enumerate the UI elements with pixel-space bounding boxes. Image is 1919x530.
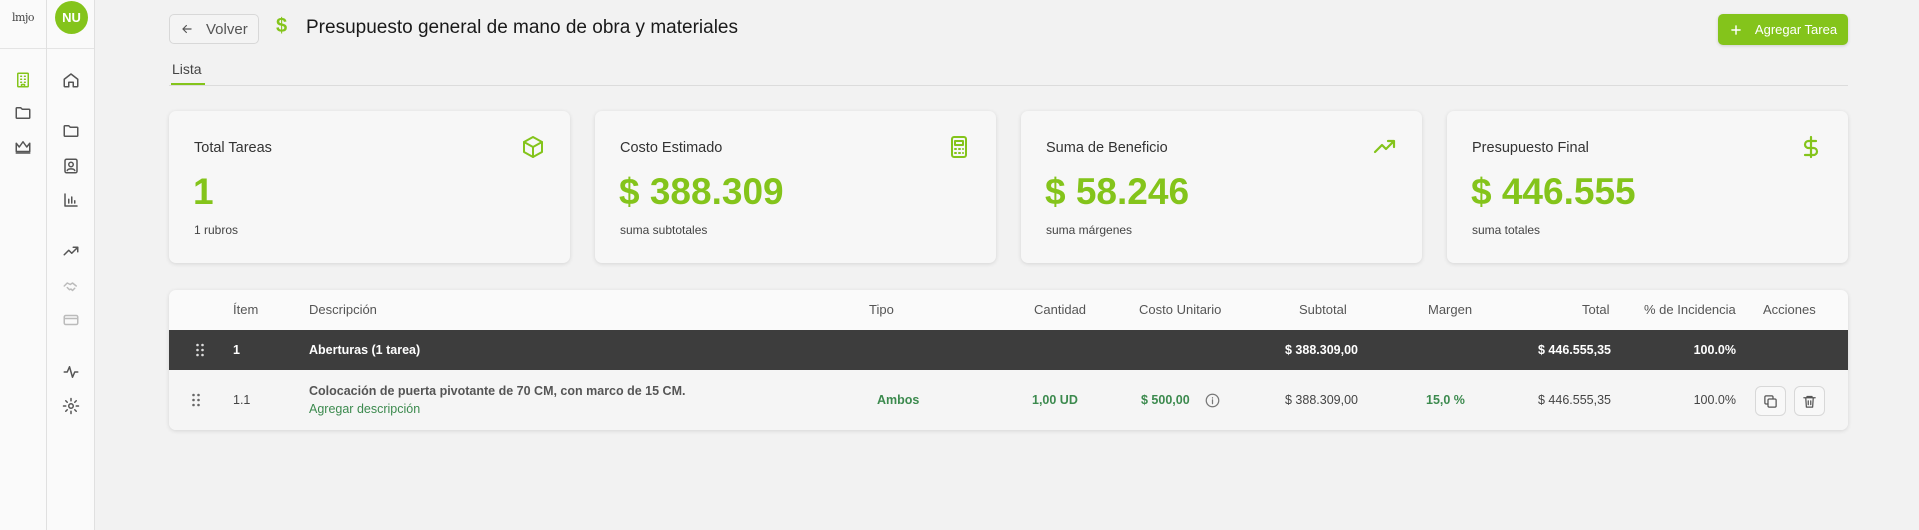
card-label: Presupuesto Final — [1472, 140, 1589, 156]
task-subtotal: $ 388.309,00 — [1285, 393, 1358, 407]
task-item: 1.1 — [233, 393, 251, 407]
calculator-icon — [947, 135, 971, 159]
building-icon[interactable] — [12, 69, 34, 91]
duplicate-button[interactable] — [1755, 386, 1786, 416]
rail-divider — [47, 48, 94, 49]
group-item: 1 — [233, 343, 240, 357]
trending-up-icon — [1373, 135, 1397, 159]
home-icon[interactable] — [60, 69, 82, 91]
folder-icon[interactable] — [60, 120, 82, 142]
col-tipo: Tipo — [869, 302, 894, 317]
card-label: Suma de Beneficio — [1046, 140, 1168, 156]
avatar[interactable]: NU — [55, 1, 88, 34]
group-incidencia: 100.0% — [1693, 343, 1736, 357]
back-button[interactable]: Volver — [169, 14, 259, 44]
col-costo-unitario: Costo Unitario — [1139, 302, 1222, 317]
card-value: 1 — [193, 171, 214, 212]
card-total-tareas: Total Tareas 1 1 rubros — [169, 111, 570, 263]
delete-button[interactable] — [1794, 386, 1825, 416]
secondary-rail: NU — [47, 0, 95, 530]
add-task-label: Agregar Tarea — [1754, 22, 1838, 37]
box-icon — [521, 135, 545, 159]
col-acciones: Acciones — [1763, 302, 1816, 317]
task-costo-unitario[interactable]: $ 500,00 — [1141, 393, 1190, 407]
dollar-icon: $ — [276, 15, 288, 37]
contact-icon[interactable] — [60, 155, 82, 177]
col-cantidad: Cantidad — [1034, 302, 1087, 317]
crown-icon[interactable] — [12, 136, 34, 158]
card-costo-estimado: Costo Estimado $ 388.309 suma subtotales — [595, 111, 996, 263]
tabs-divider — [169, 85, 1848, 86]
table-row[interactable]: 1.1 Colocación de puerta pivotante de 70… — [169, 370, 1848, 430]
rail-divider — [0, 48, 46, 49]
folder-icon[interactable] — [12, 102, 34, 124]
col-subtotal: Subtotal — [1299, 302, 1347, 317]
col-margen: Margen — [1428, 302, 1473, 317]
plus-icon — [1731, 24, 1741, 35]
copy-icon — [1764, 394, 1777, 408]
card-subtext: suma subtotales — [620, 223, 708, 237]
card-presupuesto-final: Presupuesto Final $ 446.555 suma totales — [1447, 111, 1848, 263]
card-suma-beneficio: Suma de Beneficio $ 58.246 suma márgenes — [1021, 111, 1422, 263]
col-descripcion: Descripción — [309, 302, 377, 317]
task-tipo[interactable]: Ambos — [877, 393, 919, 407]
drag-handle-icon[interactable] — [191, 393, 201, 407]
activity-icon[interactable] — [60, 361, 82, 383]
arrow-left-icon — [182, 24, 192, 34]
group-subtotal: $ 388.309,00 — [1285, 343, 1358, 357]
task-incidencia: 100.0% — [1693, 393, 1736, 407]
table-header: Ítem Descripción Tipo Cantidad Costo Uni… — [169, 290, 1848, 330]
card-value: $ 446.555 — [1471, 171, 1636, 212]
card-value: $ 388.309 — [619, 171, 784, 212]
tasks-table: Ítem Descripción Tipo Cantidad Costo Uni… — [169, 290, 1848, 430]
card-label: Costo Estimado — [620, 140, 723, 156]
primary-rail: lmjo — [0, 0, 47, 530]
credit-card-icon[interactable] — [60, 309, 82, 331]
card-value: $ 58.246 — [1045, 171, 1190, 212]
tab-lista[interactable]: Lista — [172, 61, 202, 77]
handshake-icon[interactable] — [60, 275, 82, 297]
gear-icon[interactable] — [60, 395, 82, 417]
group-total: $ 446.555,35 — [1538, 343, 1611, 357]
trash-icon — [1803, 395, 1816, 408]
add-description-link[interactable]: Agregar descripción — [309, 402, 420, 416]
bar-chart-icon[interactable] — [60, 189, 82, 211]
app-logo[interactable]: lmjo — [6, 6, 40, 28]
task-descripcion[interactable]: Colocación de puerta pivotante de 70 CM,… — [309, 384, 685, 398]
page-title: Presupuesto general de mano de obra y ma… — [306, 17, 738, 38]
col-item: Ítem — [233, 302, 259, 317]
trending-up-icon[interactable] — [60, 240, 82, 262]
card-subtext: 1 rubros — [194, 223, 239, 237]
back-button-label: Volver — [206, 20, 248, 38]
card-label: Total Tareas — [194, 140, 272, 156]
group-descripcion: Aberturas (1 tarea) — [309, 343, 421, 357]
drag-handle-icon[interactable] — [195, 343, 205, 357]
col-total: Total — [1582, 302, 1610, 317]
add-task-button[interactable]: Agregar Tarea — [1718, 14, 1848, 45]
task-total: $ 446.555,35 — [1538, 393, 1611, 407]
task-cantidad[interactable]: 1,00 UD — [1032, 393, 1078, 407]
card-subtext: suma totales — [1472, 223, 1541, 237]
card-subtext: suma márgenes — [1046, 223, 1133, 237]
dollar-icon — [1799, 135, 1823, 159]
group-row[interactable]: 1 Aberturas (1 tarea) $ 388.309,00 $ 446… — [169, 330, 1848, 370]
col-incidencia: % de Incidencia — [1644, 302, 1736, 317]
